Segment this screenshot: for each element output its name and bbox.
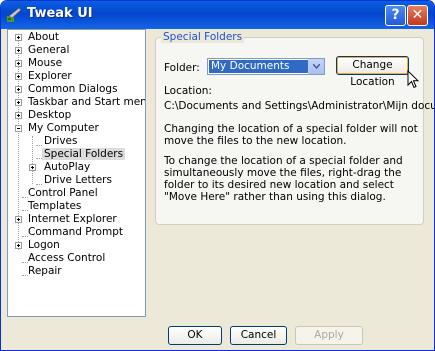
help-button[interactable]: ? bbox=[385, 5, 406, 26]
tree-item-drives[interactable]: Drives bbox=[44, 135, 77, 148]
right-drag-note: To change the location of a special fold… bbox=[164, 155, 403, 203]
folder-label: Folder: bbox=[164, 62, 200, 74]
location-label: Location: bbox=[164, 85, 212, 97]
window-title: Tweak UI bbox=[27, 6, 93, 21]
tree-item-label: Drives bbox=[44, 135, 78, 147]
tree-item-label: Mouse bbox=[28, 57, 63, 69]
expand-plus-icon[interactable] bbox=[15, 60, 22, 67]
tree-branch bbox=[36, 145, 42, 146]
tree-item-label: Control Panel bbox=[28, 187, 98, 199]
tree-item-label: Taskbar and Start menu bbox=[28, 96, 146, 108]
tree-branch bbox=[36, 184, 42, 185]
tree-item-label: My Computer bbox=[28, 122, 99, 134]
tree-item-label: Logon bbox=[28, 239, 60, 251]
tree-item-label: Explorer bbox=[28, 70, 72, 82]
tree-item-special-folders[interactable]: Special Folders bbox=[42, 148, 126, 161]
collapse-minus-icon[interactable] bbox=[15, 125, 22, 132]
tree-item-access-control[interactable]: Access Control bbox=[28, 252, 105, 265]
tree-item-drive-letters[interactable]: Drive Letters bbox=[44, 174, 112, 187]
tree-item-control-panel[interactable]: Control Panel bbox=[28, 187, 98, 200]
settings-tree[interactable]: About General Mouse Explorer Common Dial… bbox=[7, 29, 146, 317]
tree-item-general[interactable]: General bbox=[28, 44, 69, 57]
expand-plus-icon[interactable] bbox=[15, 216, 22, 223]
tree-line-my-computer bbox=[32, 136, 33, 184]
tree-item-label: About bbox=[28, 31, 60, 43]
dropdown-arrow-icon[interactable] bbox=[308, 59, 324, 74]
expand-plus-icon[interactable] bbox=[15, 99, 22, 106]
expand-plus-icon[interactable] bbox=[29, 164, 36, 171]
apply-button[interactable]: Apply bbox=[295, 326, 363, 345]
group-title: Special Folders bbox=[161, 31, 245, 43]
tree-item-taskbar[interactable]: Taskbar and Start menu bbox=[28, 96, 146, 109]
move-files-note: Changing the location of a special folde… bbox=[164, 123, 418, 147]
tree-item-label: Common Dialogs bbox=[28, 83, 118, 95]
expand-plus-icon[interactable] bbox=[15, 86, 22, 93]
cancel-button[interactable]: Cancel bbox=[230, 326, 287, 345]
tweak-ui-window: Tweak UI ? ✕ About General Mouse Explore… bbox=[0, 0, 435, 351]
tree-item-label: Drive Letters bbox=[44, 174, 112, 186]
tree-item-label: Repair bbox=[28, 265, 62, 277]
tree-item-label: Command Prompt bbox=[28, 226, 123, 238]
tree-item-explorer[interactable]: Explorer bbox=[28, 70, 72, 83]
expand-plus-icon[interactable] bbox=[15, 242, 22, 249]
tree-item-label: AutoPlay bbox=[44, 161, 91, 173]
tree-item-label: Access Control bbox=[28, 252, 106, 264]
tree-item-internet-explorer[interactable]: Internet Explorer bbox=[28, 213, 117, 226]
tree-item-autoplay[interactable]: AutoPlay bbox=[44, 161, 90, 174]
tree-item-label: Templates bbox=[28, 200, 82, 212]
tree-item-desktop[interactable]: Desktop bbox=[28, 109, 71, 122]
folder-select[interactable]: My Documents bbox=[207, 58, 325, 75]
expand-plus-icon[interactable] bbox=[15, 34, 22, 41]
expand-plus-icon[interactable] bbox=[15, 47, 22, 54]
tree-item-label: General bbox=[28, 44, 70, 56]
tweak-ui-app-icon bbox=[7, 7, 22, 22]
title-bar[interactable]: Tweak UI ? ✕ bbox=[1, 1, 434, 29]
special-folders-group: Special Folders Folder: My Documents Cha… bbox=[155, 31, 434, 225]
mouse-pointer-icon bbox=[407, 70, 419, 89]
tree-item-mouse[interactable]: Mouse bbox=[28, 57, 62, 70]
tree-item-about[interactable]: About bbox=[28, 31, 59, 44]
tree-item-repair[interactable]: Repair bbox=[28, 265, 62, 278]
tree-item-label: Desktop bbox=[28, 109, 72, 121]
tree-item-common-dialogs[interactable]: Common Dialogs bbox=[28, 83, 118, 96]
expand-plus-icon[interactable] bbox=[15, 73, 22, 80]
ok-button[interactable]: OK bbox=[168, 326, 222, 345]
tree-item-templates[interactable]: Templates bbox=[28, 200, 81, 213]
close-button[interactable]: ✕ bbox=[407, 5, 428, 26]
change-location-button[interactable]: Change Location bbox=[336, 56, 409, 88]
tree-item-logon[interactable]: Logon bbox=[28, 239, 60, 252]
tree-item-my-computer[interactable]: My Computer bbox=[28, 122, 99, 135]
expand-plus-icon[interactable] bbox=[15, 112, 22, 119]
folder-select-value: My Documents bbox=[209, 60, 308, 73]
location-path: C:\Documents and Settings\Administrator\… bbox=[164, 100, 434, 112]
tree-item-label: Special Folders bbox=[42, 148, 126, 160]
tree-item-command-prompt[interactable]: Command Prompt bbox=[28, 226, 123, 239]
tree-item-label: Internet Explorer bbox=[28, 213, 117, 225]
